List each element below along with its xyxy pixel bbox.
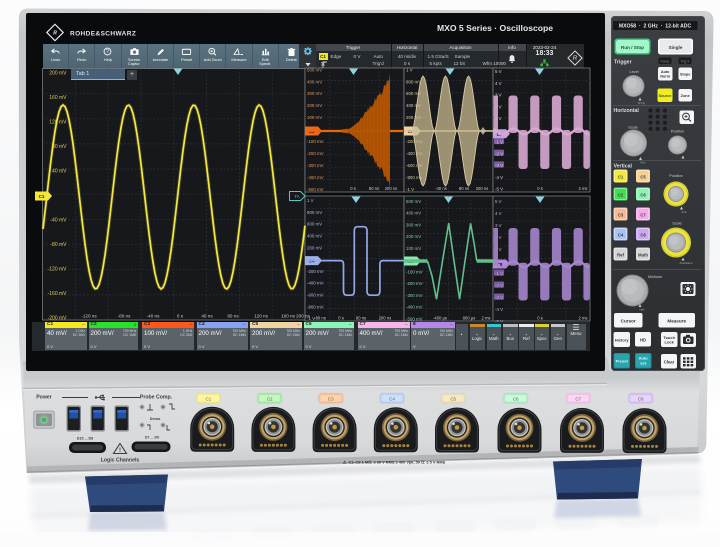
svg-text:!: ! [119,448,121,454]
svg-text:Demo: Demo [150,417,161,421]
svg-text:C7: C7 [575,396,581,401]
svg-text:D15 ... D8: D15 ... D8 [77,437,93,441]
svg-text:⚠ C1–C8 1 MΩ: ≤ 30 V RMS ≤ 40: ⚠ C1–C8 1 MΩ: ≤ 30 V RMS ≤ 400 Vpk, 50 Ω… [343,460,446,465]
svg-text:C6: C6 [513,396,519,401]
svg-text:D7 ... D0: D7 ... D0 [145,436,159,440]
svg-text:C3: C3 [328,396,334,401]
svg-text:C4: C4 [389,396,395,401]
svg-text:Power: Power [36,395,52,401]
svg-text:Logic Channels: Logic Channels [101,458,140,464]
svg-text:C8: C8 [638,396,644,401]
svg-text:C5: C5 [450,396,456,401]
svg-text:C2: C2 [267,396,273,401]
svg-text:C1: C1 [206,396,212,401]
svg-text:Probe Comp.: Probe Comp. [140,395,173,401]
